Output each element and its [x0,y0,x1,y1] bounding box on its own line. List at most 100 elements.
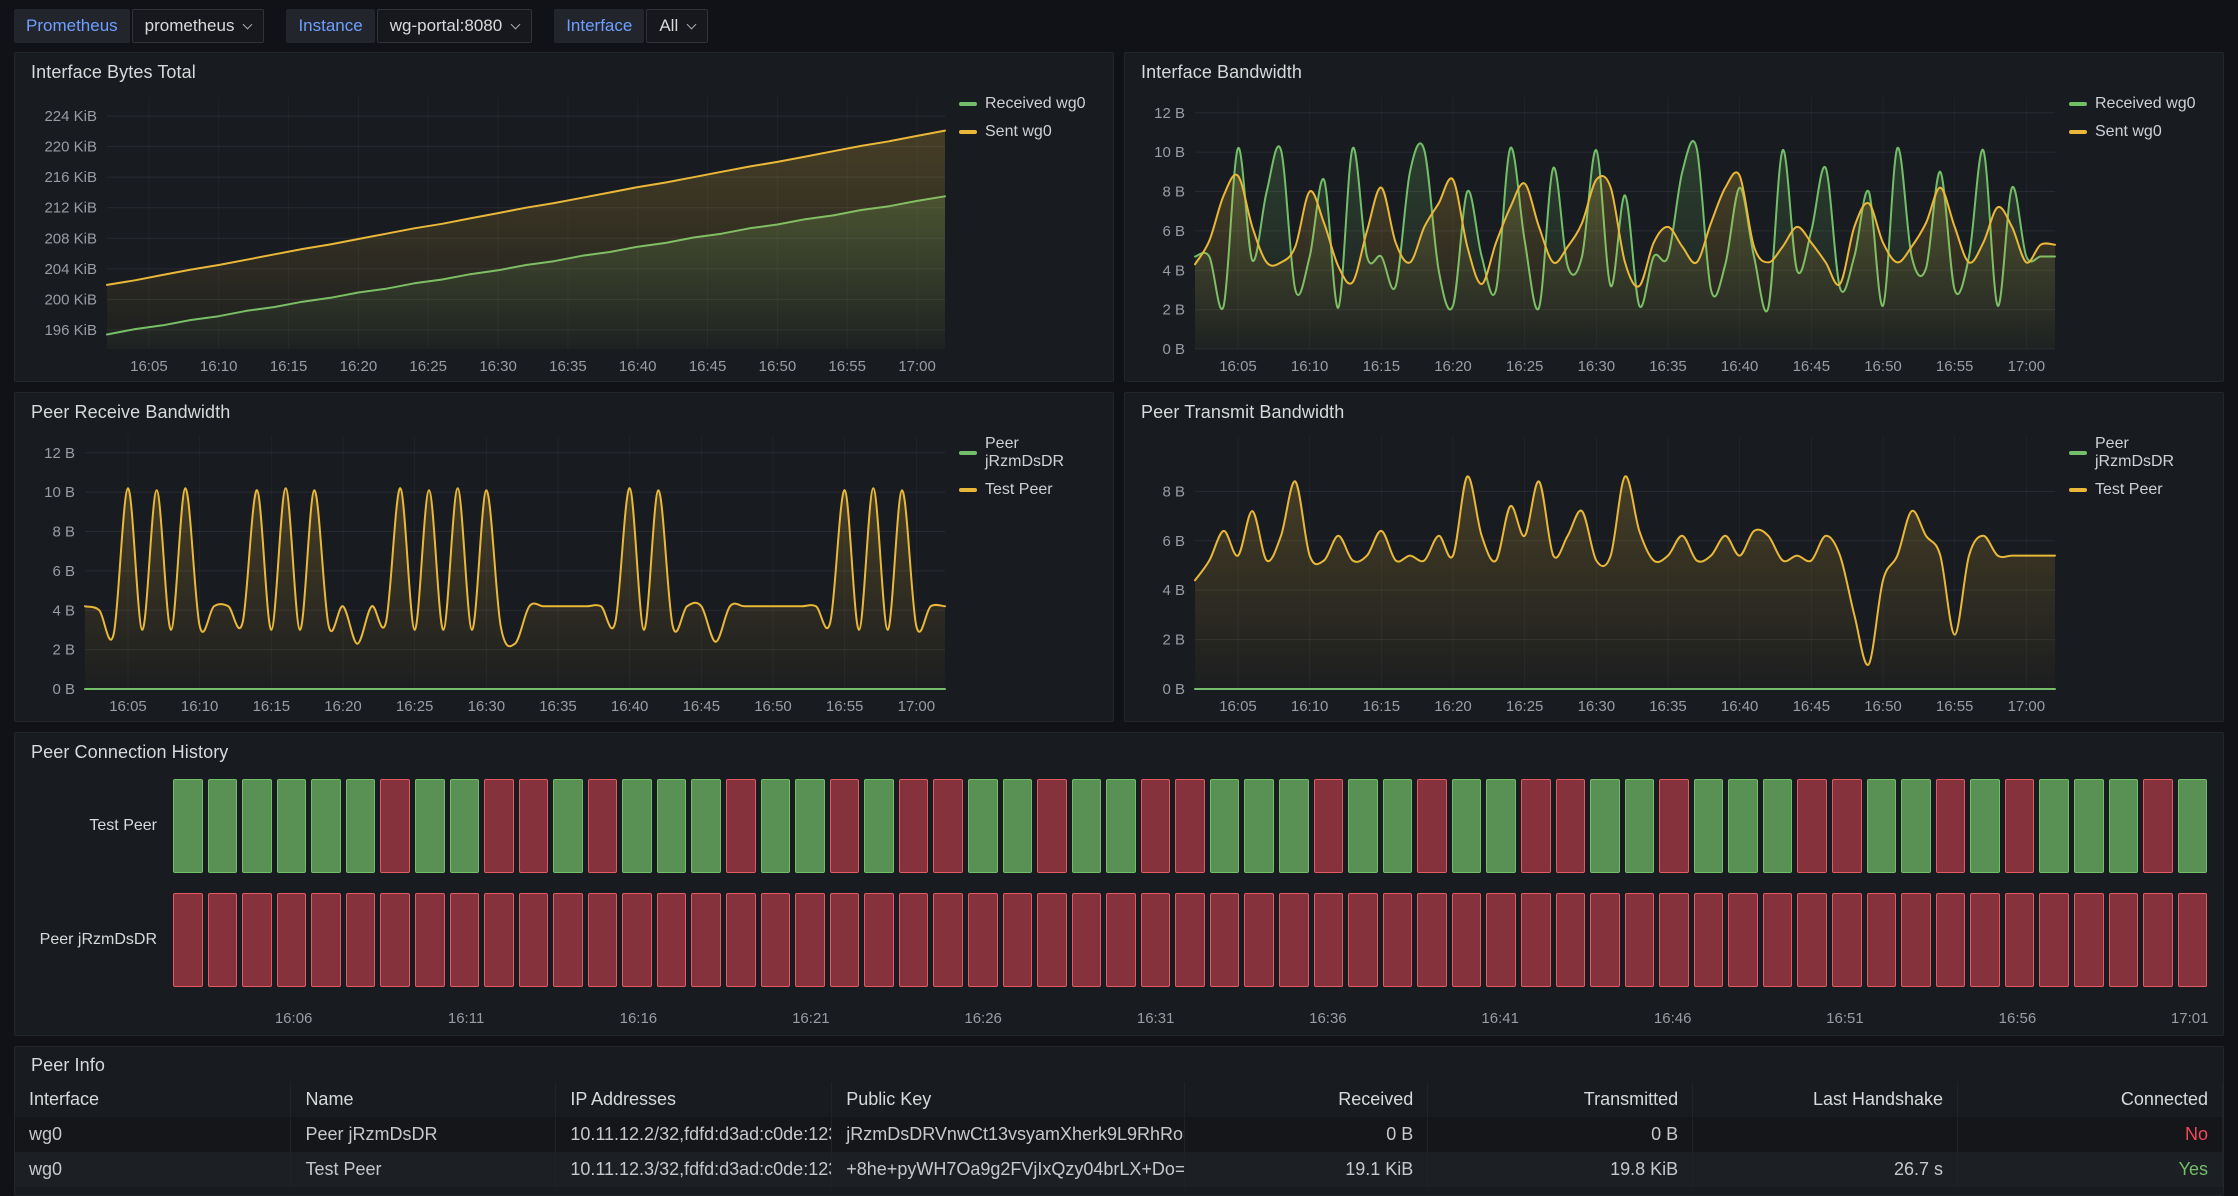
legend: Received wg0 Sent wg0 [953,87,1105,379]
timeline-tick-label: 16:41 [1481,1010,1519,1027]
chart-svg-interface-bytes-total[interactable]: 196 KiB200 KiB204 KiB208 KiB212 KiB216 K… [23,87,953,379]
state-bar-up [1625,779,1655,873]
column-header-connected[interactable]: Connected [1958,1082,2223,1117]
state-bar-up [1867,779,1897,873]
panel-header[interactable]: Interface Bandwidth [1125,53,2223,87]
column-header-ip-addresses[interactable]: IP Addresses [556,1082,832,1117]
svg-text:2 B: 2 B [1162,302,1185,319]
state-bar-up [1348,779,1378,873]
panel-header[interactable]: Interface Bytes Total [15,53,1113,87]
svg-text:16:20: 16:20 [324,698,362,715]
cell-public-key: jRzmDsDRVnwCt13vsyamXherk9L9RhRo= [832,1117,1185,1152]
legend-item[interactable]: Peer jRzmDsDR [2069,435,2209,471]
svg-text:212 KiB: 212 KiB [44,200,97,217]
state-bar-up [1003,779,1033,873]
legend-item[interactable]: Sent wg0 [959,123,1099,141]
state-bar-up [1694,779,1724,873]
legend-item[interactable]: Sent wg0 [2069,123,2209,141]
svg-text:204 KiB: 204 KiB [44,261,97,278]
state-bar-down [1003,893,1033,987]
timeline-lane: Peer jRzmDsDR [23,893,2207,987]
svg-text:16:40: 16:40 [1721,698,1759,715]
svg-text:6 B: 6 B [52,563,75,580]
column-header-last-handshake[interactable]: Last Handshake [1693,1082,1958,1117]
state-bar-down [1970,893,2000,987]
legend-label: Received wg0 [2095,95,2196,113]
legend-item[interactable]: Test Peer [959,481,1099,499]
peer-transmit-bandwidth-plot[interactable]: 0 B2 B4 B6 B8 B16:0516:1016:1516:2016:25… [1133,427,2063,719]
column-header-public-key[interactable]: Public Key [832,1082,1185,1117]
state-bar-down [588,893,618,987]
state-bar-down [1417,779,1447,873]
cell-ip-addresses: 10.11.12.3/32,fdfd:d3ad:c0de:1234::2/128 [556,1152,832,1187]
state-bar-down [2109,893,2139,987]
panel-header[interactable]: Peer Connection History [15,733,2223,767]
var-select-prometheus[interactable]: prometheus [132,9,265,43]
timeline-tick-label: 16:36 [1309,1010,1347,1027]
legend-item[interactable]: Test Peer [2069,481,2209,499]
column-header-interface[interactable]: Interface [15,1082,291,1117]
legend-item[interactable]: Peer jRzmDsDR [959,435,1099,471]
column-header-received[interactable]: Received [1185,1082,1428,1117]
interface-bandwidth-plot[interactable]: 0 B2 B4 B6 B8 B10 B12 B16:0516:1016:1516… [1133,87,2063,379]
panel-header[interactable]: Peer Receive Bandwidth [15,393,1113,427]
legend-item[interactable]: Received wg0 [2069,95,2209,113]
state-bar-down [380,779,410,873]
svg-text:16:30: 16:30 [468,698,506,715]
svg-text:16:15: 16:15 [253,698,291,715]
svg-text:16:35: 16:35 [539,698,577,715]
timeline-bars[interactable] [173,779,2207,873]
legend-color-swatch [959,451,977,455]
timeline-tick-label: 16:51 [1826,1010,1864,1027]
svg-text:16:05: 16:05 [1219,698,1257,715]
panel-header[interactable]: Peer Transmit Bandwidth [1125,393,2223,427]
svg-text:16:50: 16:50 [754,698,792,715]
legend-label: Peer jRzmDsDR [985,435,1099,471]
chevron-down-icon [243,20,253,30]
var-select-instance[interactable]: wg-portal:8080 [377,9,532,43]
svg-text:16:45: 16:45 [1793,358,1831,375]
var-label-interface: Interface [554,9,644,43]
panel-title: Interface Bandwidth [1141,62,1302,82]
chart-svg-peer-transmit-bandwidth[interactable]: 0 B2 B4 B6 B8 B16:0516:1016:1516:2016:25… [1133,427,2063,719]
state-bar-up [1970,779,2000,873]
svg-text:16:20: 16:20 [1434,698,1472,715]
dashboard-grid: Interface Bytes Total 196 KiB200 KiB204 … [0,52,2238,1196]
chart-svg-interface-bandwidth[interactable]: 0 B2 B4 B6 B8 B10 B12 B16:0516:1016:1516… [1133,87,2063,379]
state-bar-down [1383,893,1413,987]
svg-text:6 B: 6 B [1162,533,1185,550]
var-value-text: prometheus [145,16,235,36]
state-bar-down [968,893,998,987]
svg-text:16:50: 16:50 [1864,698,1902,715]
state-bar-up [450,779,480,873]
svg-text:17:00: 17:00 [898,358,936,375]
svg-text:16:25: 16:25 [1506,358,1544,375]
legend-label: Sent wg0 [985,123,1052,141]
panel-header[interactable]: Peer Info [15,1047,2223,1082]
var-group-prometheus: Prometheus prometheus [14,9,264,43]
svg-text:12 B: 12 B [44,445,75,462]
timeline-tick-label: 16:31 [1137,1010,1175,1027]
svg-text:10 B: 10 B [1154,144,1185,161]
svg-text:0 B: 0 B [1162,341,1185,358]
legend-label: Received wg0 [985,95,1086,113]
column-header-name[interactable]: Name [291,1082,556,1117]
column-header-transmitted[interactable]: Transmitted [1428,1082,1693,1117]
timeline-bars[interactable] [173,893,2207,987]
svg-text:208 KiB: 208 KiB [44,230,97,247]
chart-svg-peer-receive-bandwidth[interactable]: 0 B2 B4 B6 B8 B10 B12 B16:0516:1016:1516… [23,427,953,719]
interface-bytes-total-plot[interactable]: 196 KiB200 KiB204 KiB208 KiB212 KiB216 K… [23,87,953,379]
state-bar-down [1486,893,1516,987]
svg-text:16:40: 16:40 [1721,358,1759,375]
panel-peer-info: Peer Info InterfaceNameIP AddressesPubli… [14,1046,2224,1196]
legend-item[interactable]: Received wg0 [959,95,1099,113]
svg-text:16:10: 16:10 [1291,698,1329,715]
var-select-interface[interactable]: All [646,9,708,43]
peer-receive-bandwidth-plot[interactable]: 0 B2 B4 B6 B8 B10 B12 B16:0516:1016:1516… [23,427,953,719]
state-bar-up [1072,779,1102,873]
svg-text:220 KiB: 220 KiB [44,139,97,156]
state-bar-down [1037,779,1067,873]
state-timeline[interactable]: Test PeerPeer jRzmDsDR16:0616:1116:1616:… [15,767,2223,1035]
state-bar-down [2074,893,2104,987]
chevron-down-icon [687,20,697,30]
